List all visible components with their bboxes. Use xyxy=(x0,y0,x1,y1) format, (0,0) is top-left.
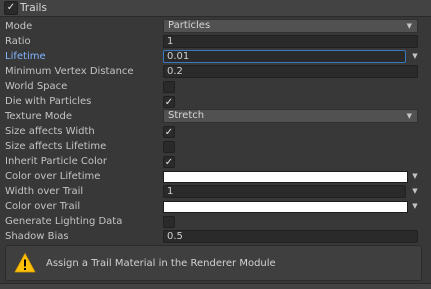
world-space-label: World Space xyxy=(5,81,68,92)
mode-value: Particles xyxy=(168,20,211,31)
min-vertex-distance-label: Minimum Vertex Distance xyxy=(5,66,134,77)
mode-dropdown[interactable]: Particles ▼ xyxy=(163,19,418,33)
size-affects-width-checkbox[interactable]: ✓ xyxy=(163,126,175,138)
die-with-particles-checkbox[interactable]: ✓ xyxy=(163,96,175,108)
next-module-header[interactable] xyxy=(0,283,431,289)
width-over-trail-label: Width over Trail xyxy=(5,186,84,197)
dropdown-caret-icon: ▼ xyxy=(406,112,412,120)
world-space-checkbox[interactable] xyxy=(163,81,175,93)
min-vertex-distance-field[interactable]: 0.2 xyxy=(163,65,418,78)
mode-label: Mode xyxy=(5,21,33,32)
texture-mode-label: Texture Mode xyxy=(5,111,73,122)
lifetime-field[interactable]: 0.01 xyxy=(163,50,406,63)
lifetime-label: Lifetime xyxy=(5,51,46,62)
module-title: Trails xyxy=(20,2,47,14)
texture-mode-dropdown[interactable]: Stretch ▼ xyxy=(163,109,418,123)
color-over-trail-gradient[interactable] xyxy=(163,201,408,213)
ratio-label: Ratio xyxy=(5,36,31,47)
module-enabled-checkbox[interactable]: ✓ xyxy=(4,1,18,15)
shadow-bias-field[interactable]: 0.5 xyxy=(163,230,418,243)
gradient-mode-dropdown-icon[interactable]: ▼ xyxy=(410,172,420,180)
curve-mode-dropdown-icon[interactable]: ▼ xyxy=(410,52,420,60)
ratio-field[interactable]: 1 xyxy=(163,35,418,48)
module-header-trails[interactable]: ✓ Trails xyxy=(0,0,431,17)
help-message: Assign a Trail Material in the Renderer … xyxy=(46,258,276,269)
generate-lighting-data-label: Generate Lighting Data xyxy=(5,216,123,227)
dropdown-caret-icon: ▼ xyxy=(406,22,412,30)
color-over-trail-label: Color over Trail xyxy=(5,201,81,212)
curve-mode-dropdown-icon[interactable]: ▼ xyxy=(410,187,420,195)
gradient-mode-dropdown-icon[interactable]: ▼ xyxy=(410,202,420,210)
die-with-particles-label: Die with Particles xyxy=(5,96,92,107)
size-affects-lifetime-checkbox[interactable] xyxy=(163,141,175,153)
generate-lighting-data-checkbox[interactable] xyxy=(163,216,175,228)
color-over-lifetime-gradient[interactable] xyxy=(163,171,408,183)
inherit-particle-color-label: Inherit Particle Color xyxy=(5,156,108,167)
texture-mode-value: Stretch xyxy=(168,110,205,121)
color-over-lifetime-label: Color over Lifetime xyxy=(5,171,101,182)
width-over-trail-field[interactable]: 1 xyxy=(163,185,406,198)
size-affects-lifetime-label: Size affects Lifetime xyxy=(5,141,107,152)
warning-icon xyxy=(14,253,36,273)
shadow-bias-label: Shadow Bias xyxy=(5,231,69,242)
help-box-warning: Assign a Trail Material in the Renderer … xyxy=(5,245,422,281)
size-affects-width-label: Size affects Width xyxy=(5,126,95,137)
inherit-particle-color-checkbox[interactable]: ✓ xyxy=(163,156,175,168)
